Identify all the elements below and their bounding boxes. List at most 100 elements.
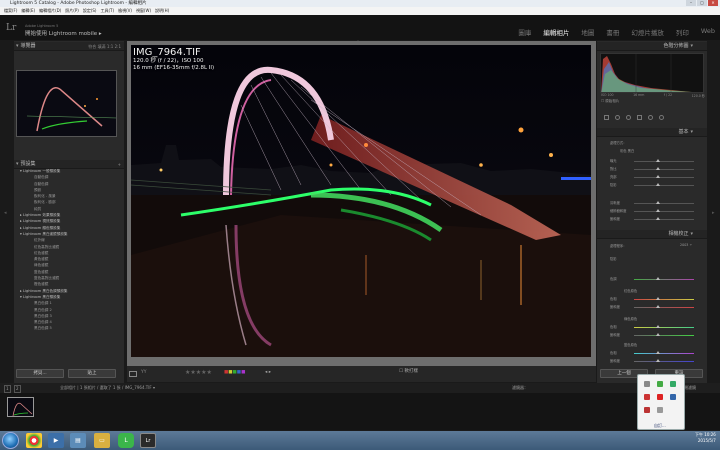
slider-thumb[interactable] <box>656 305 660 308</box>
graduated-filter-icon[interactable] <box>637 114 642 120</box>
original-photo-checkbox[interactable]: ☐ 原始相片 <box>601 99 619 104</box>
slider-shadows[interactable]: 陰影 <box>600 182 704 188</box>
navigate-arrows-icon[interactable]: ◂ ▸ <box>265 370 271 375</box>
menu-edit[interactable]: 編輯(E) <box>21 7 35 15</box>
chrome-icon[interactable] <box>26 433 42 448</box>
slider-red-saturation[interactable]: 飽和度 <box>600 304 704 310</box>
start-button[interactable] <box>2 432 19 449</box>
preset-item[interactable]: 黑白色調 5 <box>14 325 124 331</box>
close-button[interactable]: ✕ <box>708 0 718 6</box>
minimize-button[interactable]: – <box>686 0 696 6</box>
soft-proof-checkbox[interactable]: ☐ 軟打樣 <box>399 368 418 374</box>
lightroom-taskbar-icon[interactable]: Lr <box>140 433 156 448</box>
adjustment-brush-icon[interactable] <box>659 114 664 120</box>
right-panel-toggle-icon[interactable]: ▸ <box>712 210 715 216</box>
slider-thumb[interactable] <box>656 217 660 220</box>
user-tray-icon[interactable] <box>670 394 676 400</box>
loupe-view-icon[interactable] <box>129 371 137 377</box>
slider-saturation[interactable]: 飽和度 <box>600 216 704 222</box>
module-book[interactable]: 書冊 <box>606 27 619 37</box>
slider-thumb[interactable] <box>656 201 660 204</box>
slider-thumb[interactable] <box>656 209 660 212</box>
filmstrip-thumbnail[interactable] <box>7 397 34 417</box>
menu-settings[interactable]: 設定(S) <box>83 7 97 15</box>
slider-exposure[interactable]: 曝光 <box>600 158 704 164</box>
paste-settings-button[interactable]: 貼上 <box>68 369 116 378</box>
zoom-1to1[interactable]: 1:1 <box>107 44 113 49</box>
menu-file[interactable]: 檔案(F) <box>4 7 17 15</box>
system-clock[interactable]: 下午 10:26 2015/5/7 <box>695 432 716 444</box>
menu-help[interactable]: 說明(H) <box>155 7 169 15</box>
page-2-button[interactable]: 2 <box>14 385 21 393</box>
menu-photo[interactable]: 照片(P) <box>65 7 79 15</box>
line-icon[interactable]: L <box>118 433 134 448</box>
module-print[interactable]: 列印 <box>676 27 689 37</box>
copy-settings-button[interactable]: 拷貝... <box>16 369 64 378</box>
slider-shadow-tint[interactable]: 色調 <box>600 276 704 282</box>
slider-green-hue[interactable]: 色相 <box>600 324 704 330</box>
menu-window[interactable]: 視窗(W) <box>136 7 151 15</box>
zoom-fit[interactable]: 符合 <box>88 44 96 49</box>
camera-calibration-header[interactable]: 相機校正 ▾ <box>597 230 707 239</box>
app-tray-icon[interactable] <box>657 394 663 400</box>
slider-thumb[interactable] <box>656 333 660 336</box>
histogram[interactable] <box>600 53 704 93</box>
process-row[interactable]: 處理程序： 2003 ÷ <box>600 243 704 249</box>
module-map[interactable]: 地圖 <box>581 27 594 37</box>
slider-thumb[interactable] <box>656 359 660 362</box>
slider-thumb[interactable] <box>656 277 660 280</box>
before-after-icon[interactable]: YY <box>141 370 147 375</box>
photo-canvas[interactable] <box>131 45 591 357</box>
radial-filter-icon[interactable] <box>648 114 653 120</box>
slider-contrast[interactable]: 對比 <box>600 166 704 172</box>
device-tray-icon[interactable] <box>657 407 663 413</box>
slider-thumb[interactable] <box>656 297 660 300</box>
lightroom-mobile-link[interactable]: 開始使用 Lightroom mobile ▸ <box>25 29 102 37</box>
slider-thumb[interactable] <box>656 325 660 328</box>
sync-tray-icon[interactable] <box>670 381 676 387</box>
folder-icon[interactable]: ▭ <box>94 433 110 448</box>
module-develop[interactable]: 編輯相片 <box>543 27 569 37</box>
slider-thumb[interactable] <box>656 159 660 162</box>
slider-clarity[interactable]: 清晰度 <box>600 200 704 206</box>
slider-thumb[interactable] <box>656 167 660 170</box>
red-eye-icon[interactable] <box>626 114 631 120</box>
zoom-2to1[interactable]: 2:1 <box>115 44 121 49</box>
module-slideshow[interactable]: 幻燈片播放 <box>631 27 664 37</box>
security-tray-icon[interactable] <box>644 394 650 400</box>
slider-blue-saturation[interactable]: 飽和度 <box>600 358 704 364</box>
crop-tool-icon[interactable] <box>604 114 609 120</box>
slider-blue-hue[interactable]: 色相 <box>600 350 704 356</box>
color-labels[interactable]: ■■■■■ <box>224 370 245 375</box>
filmstrip-path[interactable]: 全部相片 | 1 張相片 / 選取了 1 張 / IMG_7964.TIF ▾ <box>60 383 155 393</box>
menu-view[interactable]: 檢視(V) <box>118 7 132 15</box>
menu-develop[interactable]: 編輯相片(D) <box>39 7 61 15</box>
histogram-header[interactable]: 色階分佈圖 ▾ <box>597 42 707 51</box>
module-library[interactable]: 圖庫 <box>518 27 531 37</box>
slider-thumb[interactable] <box>656 183 660 186</box>
media-tray-icon[interactable] <box>644 407 650 413</box>
explorer-icon[interactable]: ▤ <box>70 433 86 448</box>
line-tray-icon[interactable] <box>657 381 663 387</box>
module-web[interactable]: Web <box>701 27 715 37</box>
customize-link[interactable]: 自訂... <box>654 423 666 429</box>
navigator-header[interactable]: ▾ 導覽器 符合 填滿 1:1 2:1 <box>14 42 124 51</box>
maximize-button[interactable]: ▢ <box>697 0 707 6</box>
speaker-icon[interactable] <box>644 381 650 387</box>
slider-thumb[interactable] <box>656 175 660 178</box>
zoom-fill[interactable]: 填滿 <box>98 44 106 49</box>
slider-red-hue[interactable]: 色相 <box>600 296 704 302</box>
spot-removal-icon[interactable] <box>615 114 620 120</box>
basic-panel-header[interactable]: 基本 ▾ <box>597 128 707 137</box>
slider-highlights[interactable]: 亮部 <box>600 174 704 180</box>
slider-green-saturation[interactable]: 飽和度 <box>600 332 704 338</box>
menu-tools[interactable]: 工具(T) <box>101 7 115 15</box>
media-player-icon[interactable]: ▶ <box>48 433 64 448</box>
slider-thumb[interactable] <box>656 351 660 354</box>
navigator-preview[interactable] <box>16 70 117 137</box>
left-panel-toggle-icon[interactable]: ◂ <box>4 210 7 216</box>
slider-vibrance[interactable]: 細節飽和度 <box>600 208 704 214</box>
page-1-button[interactable]: 1 <box>4 385 11 393</box>
rating-stars-icon[interactable]: ★★★★★ <box>185 369 212 376</box>
treatment-mode[interactable]: 彩色 黑白 <box>600 148 704 154</box>
